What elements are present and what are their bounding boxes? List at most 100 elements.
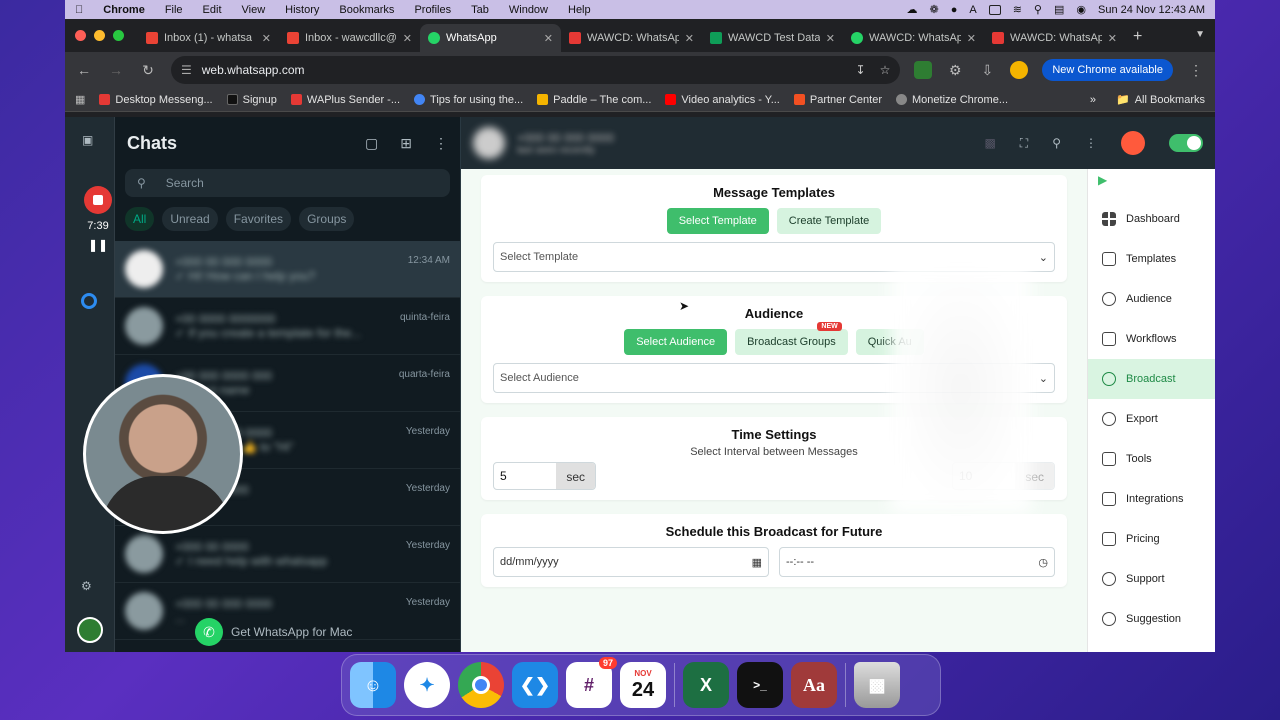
wifi-icon[interactable]: ≋	[1013, 3, 1022, 16]
terminal-icon[interactable]: >_	[737, 662, 783, 708]
excel-icon[interactable]: X	[683, 662, 729, 708]
stop-recording-button[interactable]	[84, 186, 112, 214]
finder-icon[interactable]: ☺	[350, 662, 396, 708]
address-bar[interactable]: ☰ web.whatsapp.com ↧ ☆	[171, 56, 901, 84]
hubspot-icon[interactable]	[1121, 131, 1145, 155]
create-template-button[interactable]: Create Template	[776, 208, 882, 234]
back-icon[interactable]: ←	[75, 62, 93, 78]
search-input[interactable]: ⚲ Search	[125, 169, 450, 197]
apps-grid-icon[interactable]: ▦	[75, 93, 85, 106]
chat-item[interactable]: +00 0000 0000000 ✓ If you create a templa…	[115, 298, 460, 355]
close-tab-icon[interactable]: ✕	[1108, 32, 1117, 45]
filter-favorites[interactable]: Favorites	[225, 207, 292, 231]
trash-icon[interactable]: ▩	[854, 662, 900, 708]
new-chat-icon[interactable]: ⊞	[400, 135, 412, 152]
menu-window[interactable]: Window	[509, 4, 548, 16]
min-interval-input[interactable]: 5 sec	[493, 462, 596, 490]
close-tab-icon[interactable]: ✕	[685, 32, 694, 45]
sidebar-item-broadcast[interactable]: Broadcast	[1088, 359, 1215, 399]
menu-edit[interactable]: Edit	[203, 4, 222, 16]
select-audience-button[interactable]: Select Audience	[624, 329, 728, 355]
bookmark-item[interactable]: Video analytics - Y...	[665, 94, 780, 106]
browser-tab[interactable]: WAWCD: WhatsAp ✕	[843, 24, 984, 52]
broadcast-groups-button[interactable]: Broadcast Groups NEW	[735, 322, 848, 355]
site-info-icon[interactable]: ☰	[181, 63, 192, 77]
sidebar-item-pricing[interactable]: Pricing	[1088, 519, 1215, 559]
menu-help[interactable]: Help	[568, 4, 591, 16]
menubar-clock[interactable]: Sun 24 Nov 12:43 AM	[1098, 4, 1205, 16]
status-icon[interactable]: ▢	[365, 135, 378, 152]
chrome-icon[interactable]	[458, 662, 504, 708]
browser-tab[interactable]: WAWCD: WhatsAp ✕	[561, 24, 702, 52]
url-text[interactable]: web.whatsapp.com	[202, 63, 305, 77]
video-call-icon[interactable]: ▩	[984, 136, 995, 150]
close-tab-icon[interactable]: ✕	[826, 32, 835, 45]
date-field[interactable]: dd/mm/yyyy ▦	[493, 547, 769, 577]
close-tab-icon[interactable]: ✕	[544, 32, 553, 45]
bookmark-item[interactable]: Desktop Messeng...	[99, 94, 213, 106]
sidebar-item-export[interactable]: Export	[1088, 399, 1215, 439]
calendar-icon[interactable]: ▦	[752, 556, 762, 569]
siri-icon[interactable]: ◉	[1076, 3, 1086, 16]
chat-item[interactable]: +000 00 000 0000 ✓ Hi! How can I help you…	[115, 241, 460, 298]
control-center-icon[interactable]: ▤	[1054, 3, 1064, 16]
sidebar-item-tools[interactable]: Tools	[1088, 439, 1215, 479]
bookmark-item[interactable]: Signup	[226, 94, 277, 106]
calendar-icon[interactable]: NOV 24	[620, 662, 666, 708]
bookmark-item[interactable]: WAPlus Sender -...	[290, 94, 400, 106]
get-whatsapp-mac-link[interactable]: ✆ Get WhatsApp for Mac	[195, 618, 352, 646]
zoom-window-button[interactable]	[113, 30, 124, 41]
cloud-icon[interactable]: ☁	[906, 3, 917, 16]
battery-icon[interactable]	[988, 4, 1001, 15]
browser-tab[interactable]: WAWCD: WhatsAp ✕	[984, 24, 1125, 52]
apple-icon[interactable]: 	[75, 4, 83, 16]
sidebar-item-workflows[interactable]: Workflows	[1088, 319, 1215, 359]
browser-tab[interactable]: WAWCD Test Data ✕	[702, 24, 843, 52]
sidebar-item-dashboard[interactable]: Dashboard	[1088, 199, 1215, 239]
search-chat-icon[interactable]: ⚲	[1052, 136, 1061, 150]
slack-icon[interactable]: #97	[566, 657, 617, 708]
reload-icon[interactable]: ↻	[139, 62, 157, 79]
tab-search-icon[interactable]: ▼	[1195, 29, 1205, 40]
close-tab-icon[interactable]: ✕	[262, 32, 271, 45]
filter-all[interactable]: All	[125, 207, 155, 231]
store-icon[interactable]: ⛶	[1020, 136, 1028, 151]
menu-icon[interactable]: ⋮	[434, 135, 448, 152]
spotlight-icon[interactable]: ⚲	[1034, 3, 1042, 16]
chat-item[interactable]: +000 00 0000 ✓ I need help with whatsapp Y…	[115, 526, 460, 583]
chats-nav-icon[interactable]: ▣	[82, 133, 93, 147]
menu-view[interactable]: View	[242, 4, 266, 16]
dictionary-icon[interactable]: Aa	[791, 662, 837, 708]
download-icon[interactable]: ⇩	[978, 62, 996, 79]
menu-history[interactable]: History	[285, 4, 319, 16]
bookmark-item[interactable]: Partner Center	[793, 94, 882, 106]
contact-avatar[interactable]	[473, 127, 505, 159]
profile-avatar[interactable]	[77, 617, 103, 643]
conversation-header[interactable]: +000 00 000 0000 last seen recently ▩ ⛶ ⚲…	[461, 117, 1215, 169]
vscode-icon[interactable]: ❮❯	[512, 662, 558, 708]
bookmark-star-icon[interactable]: ☆	[880, 63, 891, 77]
filter-unread[interactable]: Unread	[162, 207, 218, 231]
menu-bookmarks[interactable]: Bookmarks	[339, 4, 394, 16]
input-source-icon[interactable]: A	[969, 4, 976, 16]
profile-avatar[interactable]	[1010, 61, 1029, 79]
close-tab-icon[interactable]: ✕	[403, 32, 412, 45]
select-template-button[interactable]: Select Template	[666, 208, 769, 234]
sidebar-item-suggestion[interactable]: Suggestion	[1088, 599, 1215, 639]
install-icon[interactable]: ↧	[856, 63, 866, 77]
extension-toggle[interactable]	[1169, 134, 1203, 152]
browser-tab[interactable]: Inbox - wawcdllc@ ✕	[279, 24, 420, 52]
bookmark-item[interactable]: Monetize Chrome...	[896, 94, 1008, 106]
menu-file[interactable]: File	[165, 4, 183, 16]
minimize-window-button[interactable]	[94, 30, 105, 41]
new-chrome-available-button[interactable]: New Chrome available	[1042, 59, 1173, 81]
bookmark-item[interactable]: Paddle – The com...	[537, 94, 651, 106]
menu-app[interactable]: Chrome	[103, 4, 145, 16]
meta-ai-icon[interactable]	[81, 293, 97, 309]
kebab-menu-icon[interactable]: ⋮	[1187, 62, 1205, 79]
filter-groups[interactable]: Groups	[299, 207, 355, 231]
close-tab-icon[interactable]: ✕	[967, 32, 976, 45]
forward-icon[interactable]: →	[107, 62, 125, 78]
bookmarks-overflow-icon[interactable]: »	[1090, 94, 1096, 106]
settings-icon[interactable]: ❁	[929, 3, 938, 16]
